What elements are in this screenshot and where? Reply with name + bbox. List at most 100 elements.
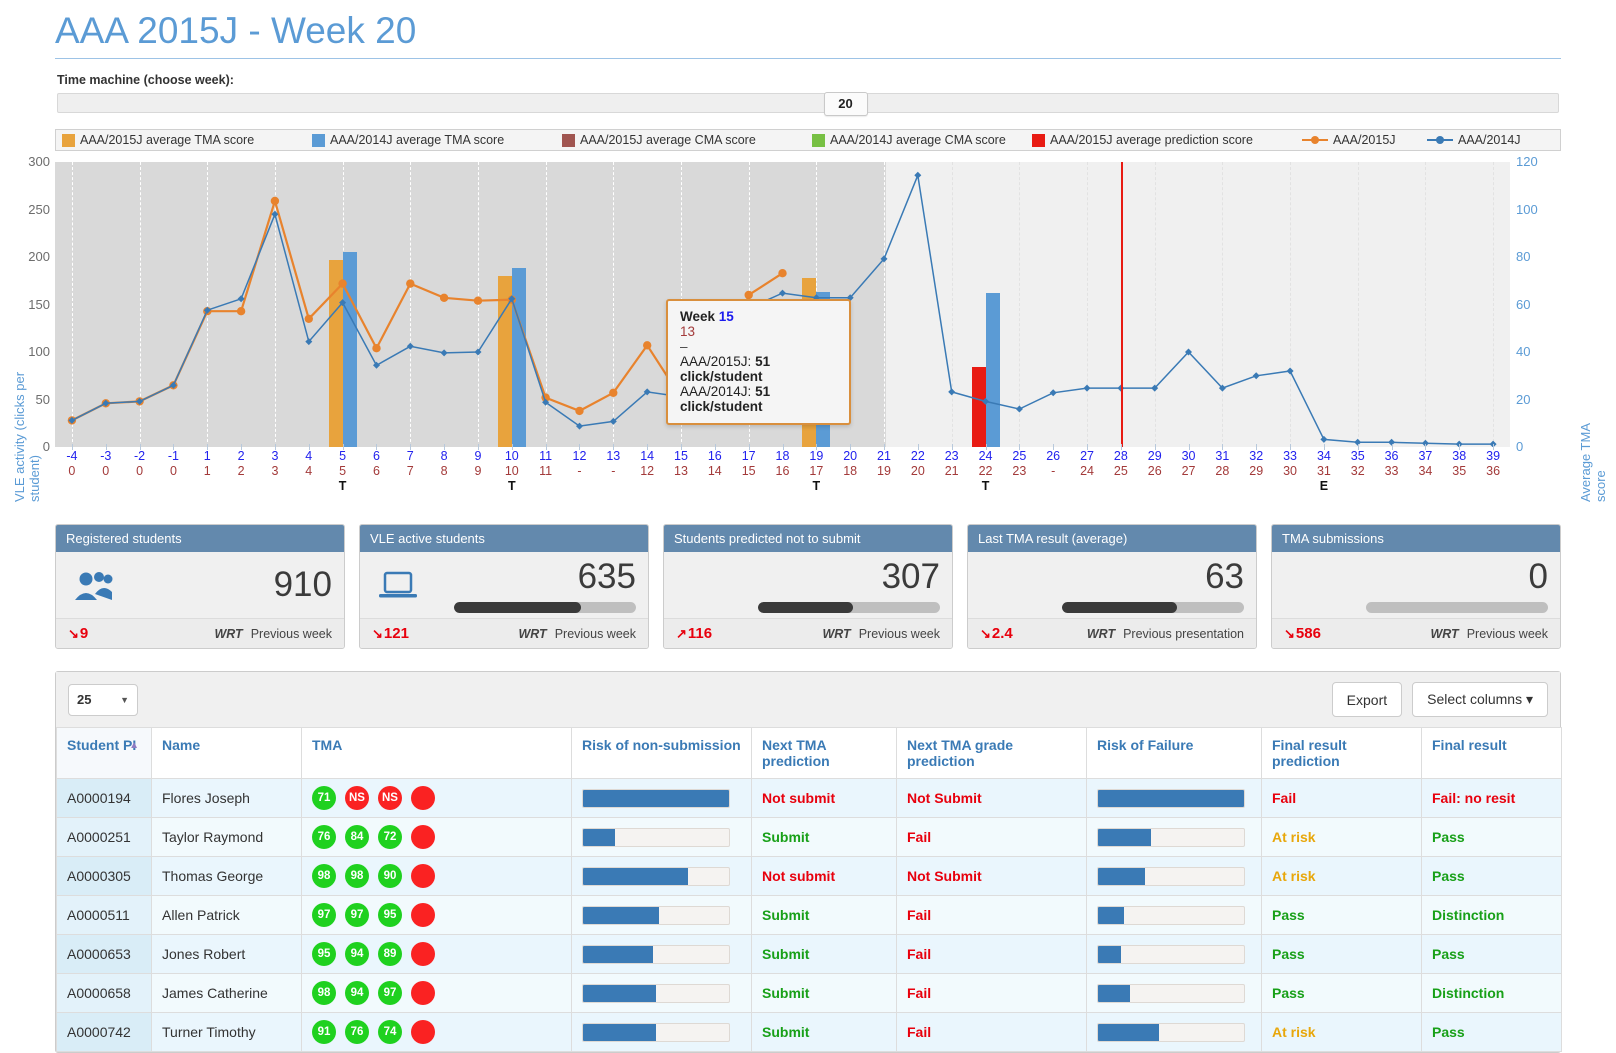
cell-next-tma-grade-prediction: Fail <box>896 1012 1087 1052</box>
x-tick-mark <box>1323 444 1325 450</box>
tma-score-dot[interactable]: 95 <box>312 942 336 966</box>
x-tick-alt: 4 <box>305 464 313 478</box>
x-tick-week: 12 <box>572 449 587 463</box>
x-tick-group: 36 33 <box>1380 444 1404 479</box>
table-toolbar: 25 ▼ Export Select columns ▾ <box>56 672 1560 727</box>
tma-score-dot[interactable]: 97 <box>345 903 369 927</box>
table-header-final-result-prediction[interactable]: Final result prediction <box>1261 727 1422 779</box>
table-header-tma[interactable]: TMA <box>301 727 572 779</box>
tma-score-dot[interactable]: 84 <box>345 825 369 849</box>
cell-tma: 97 97 95 <box>301 895 572 935</box>
tma-score-dot[interactable]: 94 <box>345 942 369 966</box>
stat-card-wrt-label: WRT <box>214 626 243 641</box>
table-header-next-tma-prediction[interactable]: Next TMA prediction <box>751 727 897 779</box>
table-row[interactable]: A0000658 James Catherine 98 94 97 Submit Fail P… <box>56 973 1562 1013</box>
x-tick-alt: 35 <box>1452 464 1467 478</box>
tma-score-dot[interactable] <box>411 903 435 927</box>
tma-score-dot[interactable] <box>411 825 435 849</box>
tma-score-dot[interactable]: 98 <box>345 864 369 888</box>
legend-item-2[interactable]: AAA/2015J average CMA score <box>562 133 812 147</box>
x-tick-alt: 20 <box>910 464 925 478</box>
tma-score-dot[interactable]: 89 <box>378 942 402 966</box>
tma-score-dot[interactable]: 98 <box>312 864 336 888</box>
tma-score-dot[interactable] <box>411 864 435 888</box>
legend-item-4[interactable]: AAA/2015J average prediction score <box>1032 133 1302 147</box>
table-header-final-result[interactable]: Final result <box>1421 727 1562 779</box>
x-tick-week: 7 <box>406 449 414 463</box>
select-columns-button[interactable]: Select columns ▾ <box>1412 682 1548 717</box>
stat-card-value-block: 307 <box>728 557 940 613</box>
tma-score-dot[interactable]: NS <box>345 786 369 810</box>
stat-card-delta: ↗ 116 <box>676 625 712 642</box>
x-tick-alt: 25 <box>1113 464 1128 478</box>
stat-card-delta-value: 116 <box>687 625 713 642</box>
x-tick-mark <box>173 444 175 450</box>
tma-score-dot[interactable]: 95 <box>378 903 402 927</box>
tma-score-dot[interactable]: 97 <box>312 903 336 927</box>
legend-item-3[interactable]: AAA/2014J average CMA score <box>812 133 1032 147</box>
x-tick-mark <box>1222 444 1224 450</box>
table-row[interactable]: A0000194 Flores Joseph 71 NS NS Not submit Not… <box>56 778 1562 818</box>
tma-score-dot[interactable]: 71 <box>312 786 336 810</box>
cell-next-tma-prediction: Submit <box>751 895 897 935</box>
tma-score-dot[interactable] <box>411 1020 435 1044</box>
x-tick-mark <box>1459 444 1461 450</box>
tma-score-dot[interactable]: 72 <box>378 825 402 849</box>
table-header-student-pi[interactable]: Student PI ▲ <box>56 727 152 779</box>
cell-final-result: Pass <box>1421 934 1562 974</box>
x-tick-alt: 7 <box>406 464 414 478</box>
x-tick-group: 18 16 <box>771 444 795 479</box>
table-row[interactable]: A0000742 Turner Timothy 91 76 74 Submit Fail At… <box>56 1012 1562 1052</box>
tma-score-dot[interactable]: 97 <box>378 981 402 1005</box>
tma-score-dot[interactable]: 94 <box>345 981 369 1005</box>
legend-item-6[interactable]: AAA/2014J <box>1427 133 1547 147</box>
cell-name: Allen Patrick <box>151 895 302 935</box>
time-machine-label: Time machine (choose week): <box>57 73 234 87</box>
x-tick-group: -3 0 <box>94 444 118 479</box>
x-tick-alt: 5 <box>339 464 347 478</box>
stat-card-footer: ↘ 586 WRT Previous week <box>1272 618 1560 648</box>
students-table-panel: 25 ▼ Export Select columns ▾ Student PI ▲… <box>55 671 1562 1053</box>
legend-item-5[interactable]: AAA/2015J <box>1302 133 1427 147</box>
cell-tma: 98 94 97 <box>301 973 572 1013</box>
x-tick-alt: 27 <box>1181 464 1196 478</box>
tma-score-dot[interactable]: 76 <box>312 825 336 849</box>
tma-score-dot[interactable]: 90 <box>378 864 402 888</box>
tma-score-dot[interactable]: NS <box>378 786 402 810</box>
table-row[interactable]: A0000653 Jones Robert 95 94 89 Submit Fail Pass… <box>56 934 1562 974</box>
tma-score-dot[interactable] <box>411 981 435 1005</box>
legend-item-0[interactable]: AAA/2015J average TMA score <box>62 133 312 147</box>
cell-name: James Catherine <box>151 973 302 1013</box>
table-header-risk-of-non-submission[interactable]: Risk of non-submission <box>571 727 752 779</box>
time-machine-slider[interactable]: 20 <box>57 92 1559 116</box>
x-tick-event: T <box>812 479 821 493</box>
tma-score-dot[interactable]: 76 <box>345 1020 369 1044</box>
cell-tma: 71 NS NS <box>301 778 572 818</box>
x-tick-week: 19 <box>809 449 824 463</box>
table-header-risk-of-failure[interactable]: Risk of Failure <box>1086 727 1262 779</box>
tma-score-dot[interactable] <box>411 942 435 966</box>
tma-score-dot[interactable]: 74 <box>378 1020 402 1044</box>
stat-card-wrt: WRT Previous week <box>822 627 940 641</box>
export-button[interactable]: Export <box>1331 682 1403 717</box>
stat-card-value: 0 <box>1528 556 1548 596</box>
x-tick-alt: 17 <box>809 464 824 478</box>
tma-score-dot[interactable]: 91 <box>312 1020 336 1044</box>
tma-score-dot[interactable] <box>411 786 435 810</box>
x-tick-group: 30 27 <box>1177 444 1201 479</box>
time-machine-slider-handle[interactable]: 20 <box>823 92 868 116</box>
x-tick-week: 28 <box>1113 449 1128 463</box>
cell-final-result-prediction: At risk <box>1261 1012 1422 1052</box>
table-row[interactable]: A0000251 Taylor Raymond 76 84 72 Submit Fail At… <box>56 817 1562 857</box>
table-row[interactable]: A0000511 Allen Patrick 97 97 95 Submit Fail Pas… <box>56 895 1562 935</box>
table-header-name[interactable]: Name <box>151 727 302 779</box>
trend-arrow-icon: ↘ <box>1284 625 1295 641</box>
table-row[interactable]: A0000305 Thomas George 98 98 90 Not submit Not… <box>56 856 1562 896</box>
cell-student-pi: A0000194 <box>56 778 152 818</box>
tma-score-dot[interactable]: 98 <box>312 981 336 1005</box>
table-header-next-tma-grade-prediction[interactable]: Next TMA grade prediction <box>896 727 1087 779</box>
page-size-select[interactable]: 25 ▼ <box>68 683 138 716</box>
cell-next-tma-grade-prediction: Fail <box>896 934 1087 974</box>
legend-item-1[interactable]: AAA/2014J average TMA score <box>312 133 562 147</box>
x-tick-mark <box>782 444 784 450</box>
